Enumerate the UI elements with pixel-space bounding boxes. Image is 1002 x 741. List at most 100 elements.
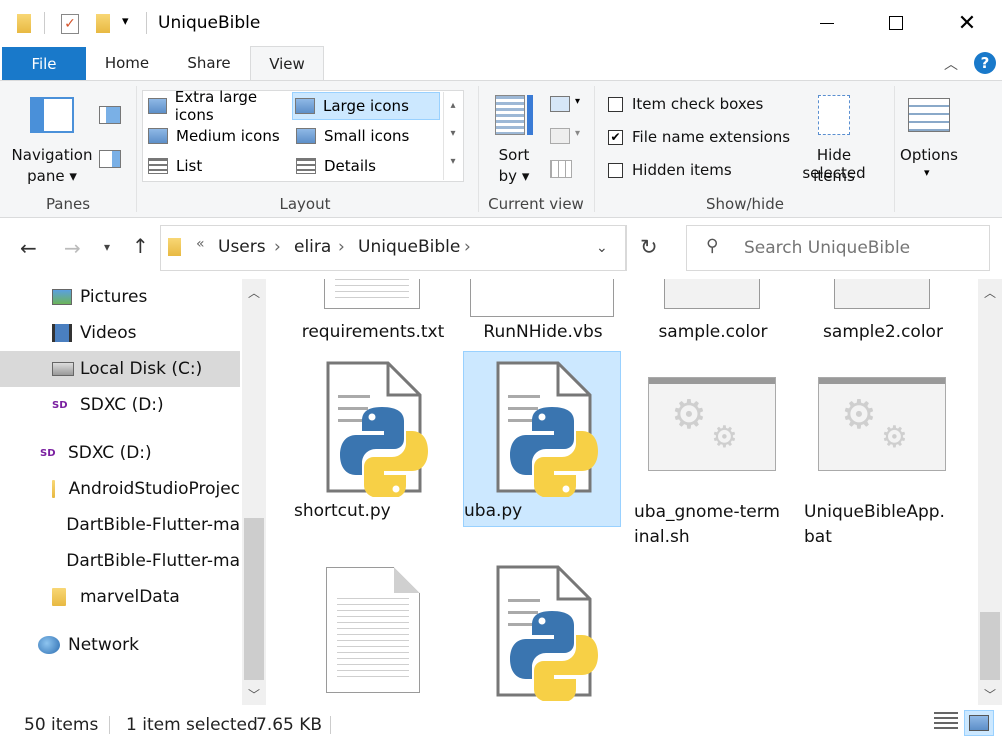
layout-small-icons[interactable]: Small icons [294,123,440,149]
file-requirements[interactable]: requirements.txt [294,320,452,345]
layout-group-label: Layout [279,195,331,213]
file-item-uniquebibleapp-bat[interactable]: ⚙ ⚙ UniqueBibleApp. bat [804,357,962,547]
preview-pane-icon[interactable] [99,106,121,124]
layout-item-label: Extra large icons [174,88,258,124]
tab-view[interactable]: View [250,46,324,81]
hide-selected-items-icon[interactable] [818,95,850,135]
add-columns-dropdown-icon[interactable]: ▾ [575,128,580,139]
sort-by-label[interactable]: Sort [488,146,540,164]
options-icon[interactable] [908,98,950,132]
nav-item-label: SDXC (D:) [80,395,164,415]
nav-item-label: Network [68,635,139,655]
options-dropdown-icon[interactable]: ▾ [924,166,930,179]
sort-by-label-2[interactable]: by ▾ [488,167,540,185]
nav-item-folder[interactable]: AndroidStudioProjec [0,471,240,507]
tab-home[interactable]: Home [92,46,162,80]
breadcrumb-elira[interactable]: elira [294,237,331,257]
back-arrow-icon[interactable]: ← [20,236,37,260]
nav-item-folder[interactable]: DartBible-Flutter-ma [0,507,240,543]
nav-item-pictures[interactable]: Pictures [0,279,240,315]
network-icon [38,636,60,654]
folder-icon [168,238,181,256]
nav-item-local-disk[interactable]: Local Disk (C:) [0,351,240,387]
nav-item-videos[interactable]: Videos [0,315,240,351]
navigation-pane-label-2[interactable]: pane ▾ [8,167,96,185]
file-item-shortcut[interactable]: shortcut.py [294,357,452,527]
nav-item-sdxc-1[interactable]: SD SDXC (D:) [0,387,240,423]
file-view: requirements.txt RunNHide.vbs sample.col… [268,279,978,705]
ribbon-separator [478,86,479,212]
file-sample-color[interactable]: sample.color [634,320,792,345]
group-by-dropdown-icon[interactable]: ▾ [575,96,580,107]
item-check-boxes-checkbox[interactable] [608,97,623,112]
forward-arrow-icon[interactable]: → [64,236,81,260]
scroll-down-icon[interactable]: ﹀ [984,686,996,703]
nav-scroll-thumb[interactable] [244,518,264,680]
text-file-icon[interactable] [326,567,420,693]
layout-large-icons[interactable]: Large icons [292,92,440,120]
up-arrow-icon[interactable]: ↑ [132,234,149,258]
tab-file[interactable]: File [2,47,86,80]
tab-share[interactable]: Share [172,46,246,80]
window-bar [649,378,775,384]
scroll-down-icon[interactable]: ﹀ [248,686,260,703]
item-check-boxes-label[interactable]: Item check boxes [632,95,763,113]
python-file-item[interactable] [464,561,622,703]
minimize-button[interactable] [804,0,850,46]
layout-gallery-scroll[interactable]: ▴ ▾ ▾ [443,92,462,180]
nav-item-sdxc-2[interactable]: SD SDXC (D:) [0,435,240,471]
add-columns-icon[interactable] [550,128,570,144]
breadcrumb-separator[interactable]: › [464,237,471,257]
file-item-uba-selected[interactable]: uba.py [463,351,621,527]
breadcrumb-overflow[interactable]: « [196,236,205,252]
scroll-up-icon[interactable]: ︿ [984,284,996,301]
maximize-button[interactable] [873,0,919,46]
properties-icon[interactable]: ✓ [61,14,79,34]
file-sample2-color[interactable]: sample2.color [804,320,962,345]
shell-script-icon: ⚙ ⚙ [648,377,776,471]
group-by-icon[interactable] [550,96,570,112]
breadcrumb-separator[interactable]: › [338,237,345,257]
hidden-items-label[interactable]: Hidden items [632,161,732,179]
close-button[interactable]: ✕ [944,0,990,46]
navigation-pane-icon[interactable] [30,97,74,133]
navigation-pane-label[interactable]: Navigation [8,146,96,164]
file-icon [834,279,930,309]
help-icon[interactable]: ? [974,52,996,74]
large-icons-view-button[interactable] [964,710,994,736]
large-icons-view-icon [969,715,989,731]
layout-details[interactable]: Details [294,153,440,179]
nav-item-network[interactable]: Network [0,627,240,663]
sd-card-icon: SD [52,399,68,411]
details-pane-icon[interactable] [99,150,121,168]
file-item-gnome-terminal[interactable]: ⚙ ⚙ uba_gnome-term inal.sh [634,357,792,547]
breadcrumb-uniquebible[interactable]: UniqueBible [358,237,460,257]
file-name-extensions-label[interactable]: File name extensions [632,128,790,146]
breadcrumb-separator[interactable]: › [274,237,281,257]
qat-dropdown-icon[interactable]: ▾ [122,14,129,29]
size-columns-icon[interactable] [550,160,572,178]
content-scroll-thumb[interactable] [980,612,1000,680]
medium-icons-icon [148,128,168,144]
sort-by-icon[interactable] [495,95,525,135]
nav-item-folder[interactable]: marvelData [0,579,240,615]
nav-item-folder[interactable]: DartBible-Flutter-ma [0,543,240,579]
layout-extra-large-icons[interactable]: Extra large icons [146,88,292,124]
layout-list[interactable]: List [146,153,292,179]
details-view-icon[interactable] [934,712,958,732]
scroll-up-icon[interactable]: ︿ [248,284,260,301]
options-label[interactable]: Options [896,146,962,164]
refresh-icon[interactable]: ↻ [640,235,658,259]
address-dropdown-icon[interactable]: ⌄ [596,240,608,256]
hide-selected-label-2[interactable]: items [784,167,884,185]
search-input[interactable] [744,234,980,262]
recent-locations-icon[interactable]: ▾ [104,240,110,254]
new-folder-icon[interactable] [96,14,110,33]
collapse-ribbon-icon[interactable]: ︿ [944,54,958,74]
file-runnhide[interactable]: RunNHide.vbs [464,320,622,345]
hidden-items-checkbox[interactable] [608,163,623,178]
file-name-extensions-checkbox[interactable]: ✔ [608,130,623,145]
qat-divider [44,12,45,34]
breadcrumb-users[interactable]: Users [218,237,266,257]
layout-medium-icons[interactable]: Medium icons [146,123,292,149]
